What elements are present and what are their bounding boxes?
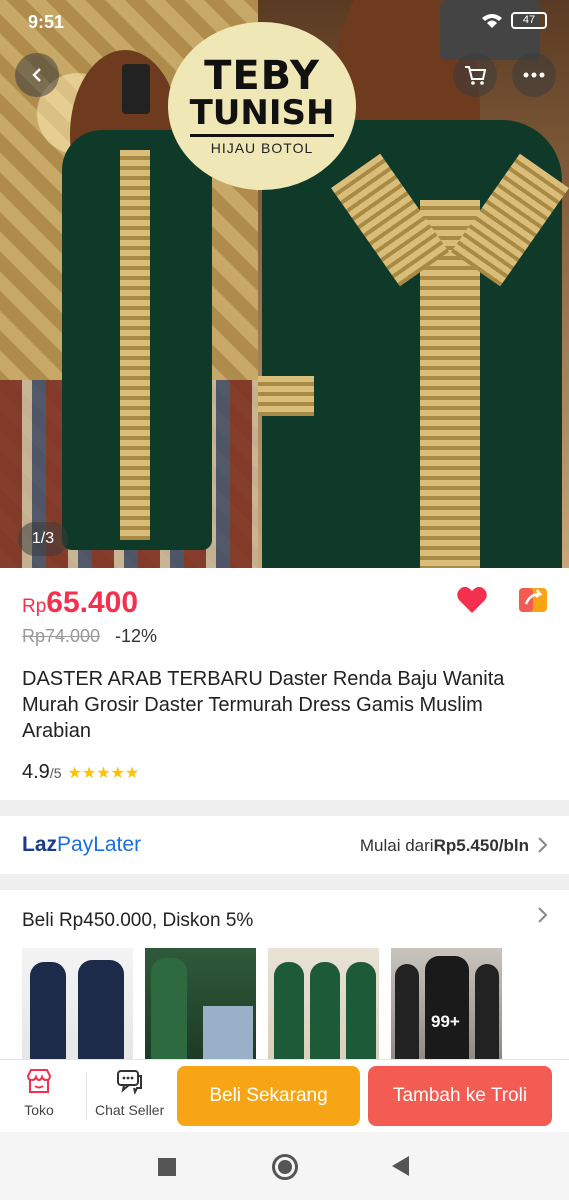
more-items-badge: 99+ bbox=[431, 1012, 460, 1031]
rating-value: 4.9 bbox=[22, 761, 50, 783]
price-card: Rp65.400 Rp74.000 -12% DASTER ARAB TERBA… bbox=[0, 568, 569, 800]
divider bbox=[86, 1072, 87, 1120]
lace-trim-left bbox=[120, 150, 150, 540]
product-rating[interactable]: 4.9 /5 ★★★★★ bbox=[22, 761, 139, 784]
model-figure bbox=[395, 964, 419, 1060]
store-label: Toko bbox=[24, 1102, 54, 1118]
model-figure bbox=[30, 962, 66, 1060]
chat-icon bbox=[116, 1070, 142, 1095]
phone-in-hand bbox=[440, 0, 540, 60]
logo-paylater: PayLater bbox=[57, 833, 142, 856]
original-price: Rp74.000 bbox=[22, 626, 101, 646]
bundle-promo-section[interactable]: Beli Rp450.000, Diskon 5% 99+ bbox=[0, 890, 569, 1060]
model-figure bbox=[425, 956, 469, 1060]
paylater-row[interactable]: LazPayLater Mulai dariRp5.450/bln bbox=[0, 816, 569, 874]
promo-title: Beli Rp450.000, Diskon 5% bbox=[22, 910, 254, 931]
lace-sleeve bbox=[258, 376, 314, 416]
chevron-right-icon bbox=[538, 837, 548, 853]
installment-prefix: Mulai dari bbox=[359, 836, 434, 855]
wishlist-heart-icon[interactable] bbox=[456, 584, 488, 616]
logo-text-teby: TEBY bbox=[204, 53, 320, 100]
model-figure bbox=[151, 958, 187, 1060]
status-time: 9:51 bbox=[28, 12, 65, 32]
price-amount: 65.400 bbox=[46, 586, 139, 619]
installment-info: Mulai dariRp5.450/bln bbox=[360, 836, 529, 856]
wifi-icon bbox=[482, 13, 502, 28]
recents-icon[interactable] bbox=[158, 1158, 176, 1176]
image-page-indicator: 1/3 bbox=[18, 522, 68, 556]
battery-icon: 47 bbox=[511, 12, 547, 29]
bottom-action-bar: Toko Chat Seller Beli Sekarang Tambah ke… bbox=[0, 1059, 569, 1132]
more-options-button[interactable] bbox=[512, 53, 556, 97]
system-navigation-bar bbox=[0, 1132, 569, 1200]
model-figure bbox=[346, 962, 376, 1060]
brand-logo-badge: TEBY TUNISH HIJAU BOTOL bbox=[168, 22, 356, 190]
home-icon[interactable] bbox=[272, 1154, 298, 1180]
product-title: DASTER ARAB TERBARU Daster Renda Baju Wa… bbox=[22, 668, 505, 742]
price-currency: Rp bbox=[22, 596, 47, 617]
status-icons: 47 bbox=[481, 12, 547, 29]
more-dots-icon bbox=[523, 72, 545, 78]
back-button[interactable] bbox=[15, 53, 59, 97]
promo-thumbnail-3[interactable] bbox=[268, 948, 379, 1060]
chat-seller-label: Chat Seller bbox=[95, 1102, 165, 1118]
cart-button[interactable] bbox=[453, 53, 497, 97]
buy-now-button[interactable]: Beli Sekarang bbox=[177, 1066, 360, 1126]
phone-in-mirror bbox=[122, 64, 150, 114]
discount-percent: -12% bbox=[115, 626, 158, 646]
promo-thumbnails: 99+ bbox=[22, 948, 502, 1060]
back-triangle-icon[interactable] bbox=[392, 1156, 409, 1176]
add-to-cart-button[interactable]: Tambah ke Troli bbox=[368, 1066, 552, 1126]
share-gift-icon[interactable] bbox=[516, 582, 550, 616]
installment-amount: Rp5.450/bln bbox=[433, 836, 529, 855]
model-figure bbox=[78, 960, 124, 1060]
product-collage bbox=[203, 1006, 253, 1060]
store-button[interactable]: Toko bbox=[24, 1066, 54, 1118]
rating-stars-icon: ★★★★★ bbox=[67, 765, 140, 782]
model-figure bbox=[310, 962, 340, 1060]
promo-thumbnail-4[interactable]: 99+ bbox=[391, 948, 502, 1060]
store-icon bbox=[26, 1069, 52, 1093]
rating-max: /5 bbox=[49, 765, 62, 781]
chat-seller-button[interactable]: Chat Seller bbox=[95, 1066, 164, 1118]
promo-thumbnail-2[interactable] bbox=[145, 948, 256, 1060]
logo-text-color: HIJAU BOTOL bbox=[210, 139, 314, 156]
promo-thumbnail-1[interactable] bbox=[22, 948, 133, 1060]
lazpaylater-logo: LazPayLater bbox=[22, 833, 141, 857]
cart-icon bbox=[465, 66, 487, 85]
logo-text-tunish: TUNISH bbox=[189, 95, 335, 137]
logo-laz: Laz bbox=[22, 833, 58, 856]
chevron-left-icon bbox=[32, 68, 41, 82]
model-figure bbox=[274, 962, 304, 1060]
model-figure bbox=[475, 964, 499, 1060]
product-detail-screen: TEBY TUNISH HIJAU BOTOL 1/3 9:51 47 Rp65… bbox=[0, 0, 569, 1200]
chevron-right-icon bbox=[538, 907, 548, 923]
current-price: Rp65.400 bbox=[22, 586, 138, 620]
